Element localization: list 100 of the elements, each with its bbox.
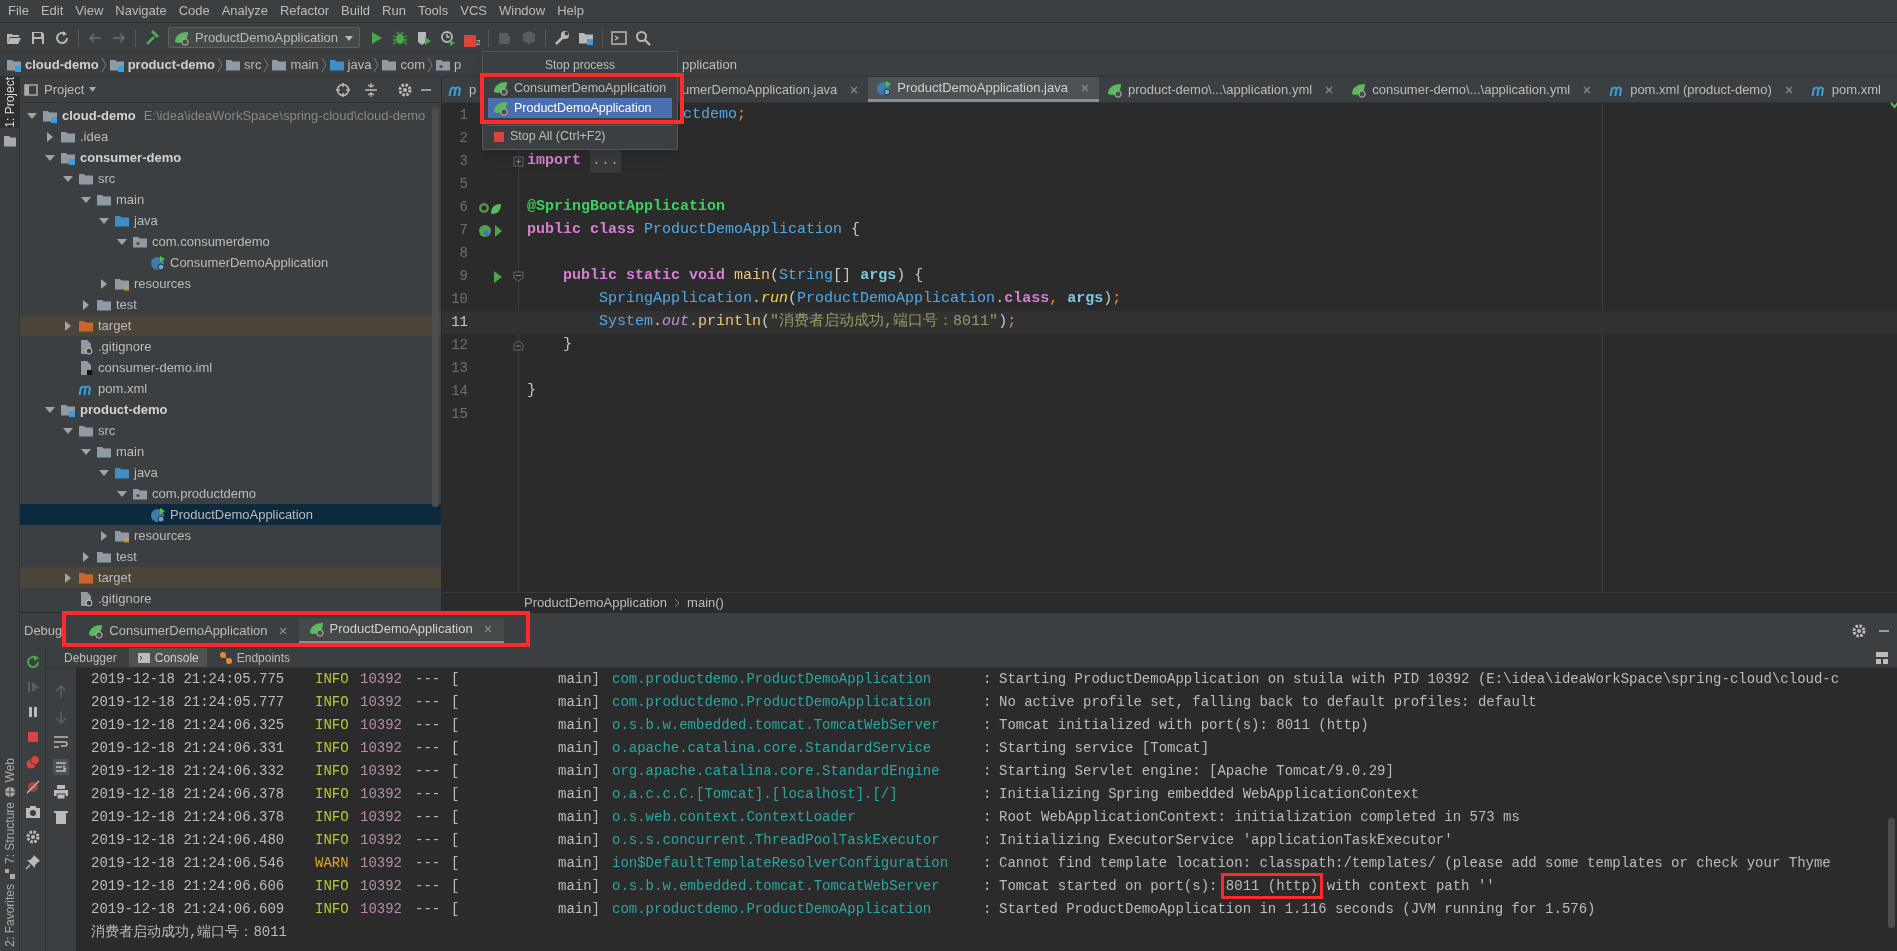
code-token: import <box>527 151 582 172</box>
code-token: . <box>752 289 762 310</box>
log-separator: [ <box>451 900 461 919</box>
log-level: INFO <box>315 739 350 758</box>
line-number: 7 <box>458 221 468 240</box>
log-separator: [ <box>451 808 461 827</box>
logger-name: org.apache.catalina.core.StandardEngine <box>612 762 941 781</box>
logger-name: o.apache.catalina.core.StandardService <box>612 739 933 758</box>
line-number: 15 <box>450 405 468 424</box>
log-separator: --- <box>415 831 442 850</box>
log-separator: : <box>983 831 993 850</box>
process-id: 10392 <box>360 808 403 827</box>
log-level: INFO <box>315 693 350 712</box>
code-token: public <box>562 266 618 287</box>
process-id: 10392 <box>360 670 403 689</box>
code-token: ProductDemoApplication <box>797 289 996 310</box>
log-message: Initializing Spring embedded WebApplicationContext <box>999 785 1420 804</box>
process-id: 10392 <box>360 785 403 804</box>
code-token: args <box>1067 289 1104 310</box>
logger-name: com.productdemo.ProductDemoApplication <box>612 670 933 689</box>
code-token: ) <box>998 312 1008 333</box>
line-number: 13 <box>450 359 468 378</box>
process-id: 10392 <box>360 900 403 919</box>
thread-name: main] <box>558 854 601 873</box>
code-token: void <box>689 266 727 287</box>
process-id: 10392 <box>360 693 403 712</box>
log-separator: [ <box>451 785 461 804</box>
log-separator: --- <box>415 716 442 735</box>
code-token: ; <box>1007 312 1017 333</box>
code-token: static <box>626 266 682 287</box>
log-level: WARN <box>315 854 350 873</box>
log-level: INFO <box>315 877 350 896</box>
code-token: , <box>1049 289 1060 310</box>
log-level: INFO <box>315 900 350 919</box>
log-message: Initializing ExecutorService 'applicationTaskExecutor' <box>999 831 1453 850</box>
log-message: Starting service [Tomcat] <box>999 739 1210 758</box>
log-separator: : <box>983 693 993 712</box>
code-token: . <box>995 289 1005 310</box>
log-separator: : <box>983 716 993 735</box>
log-separator: [ <box>451 693 461 712</box>
logger-name: o.s.s.concurrent.ThreadPoolTaskExecutor <box>612 831 941 850</box>
log-level: INFO <box>315 716 350 735</box>
log-separator: : <box>983 785 993 804</box>
thread-name: main] <box>558 831 601 850</box>
log-separator: : <box>983 739 993 758</box>
code-token: ) { <box>896 266 924 287</box>
code-token: out <box>662 312 690 333</box>
log-separator: --- <box>415 739 442 758</box>
line-number: 10 <box>450 290 468 309</box>
line-number: 11 <box>450 313 468 332</box>
code-token: main <box>734 266 771 287</box>
thread-name: main] <box>558 739 601 758</box>
thread-name: main] <box>558 808 601 827</box>
log-timestamp: 2019-12-18 21:24:06.332 <box>91 762 286 781</box>
log-message: Tomcat initialized with port(s): 8011 (http) <box>999 716 1369 735</box>
code-token: run <box>761 289 789 310</box>
log-message: Root WebApplicationContext: initialization completed in 573 ms <box>999 808 1520 827</box>
log-message: No active profile set, falling back to default profiles: default <box>999 693 1537 712</box>
thread-name: main] <box>558 785 601 804</box>
log-message: Starting ProductDemoApplication on stuila with PID 10392 (E:\idea\ideaWorkSpace\spring-cloud\cloud-c <box>999 670 1840 689</box>
log-separator: : <box>983 808 993 827</box>
code-token: ( <box>788 289 798 310</box>
log-separator: [ <box>451 854 461 873</box>
logger-name: o.s.b.w.embedded.tomcat.TomcatWebServer <box>612 716 941 735</box>
code-token: } <box>562 335 572 356</box>
code-token: } <box>527 381 536 402</box>
line-number: 8 <box>458 244 468 263</box>
process-id: 10392 <box>360 739 403 758</box>
code-token: . <box>653 312 663 333</box>
log-separator: : <box>983 900 993 919</box>
log-separator: --- <box>415 877 442 896</box>
line-number: 5 <box>458 175 468 194</box>
line-number: 6 <box>458 198 468 217</box>
logger-name: o.a.c.c.C.[Tomcat].[localhost].[/] <box>612 785 899 804</box>
code-token: ; <box>737 105 747 126</box>
logger-name: o.s.b.w.embedded.tomcat.TomcatWebServer <box>612 877 941 896</box>
code-token: . <box>689 312 699 333</box>
code-token: ; <box>1112 289 1122 310</box>
log-separator: [ <box>451 670 461 689</box>
log-separator: --- <box>415 693 442 712</box>
code-token: { <box>851 220 861 241</box>
thread-name: main] <box>558 670 601 689</box>
log-timestamp: 2019-12-18 21:24:06.378 <box>91 785 286 804</box>
console-output: 消费者启动成功,端口号：8011 <box>91 923 287 942</box>
log-timestamp: 2019-12-18 21:24:06.325 <box>91 716 286 735</box>
log-separator: : <box>983 762 993 781</box>
line-number: 2 <box>458 129 468 148</box>
code-token: ( <box>761 312 771 333</box>
log-timestamp: 2019-12-18 21:24:06.378 <box>91 808 286 827</box>
line-number: 9 <box>458 267 468 286</box>
line-number: 3 <box>458 152 468 171</box>
code-token: SpringApplication <box>598 289 753 310</box>
thread-name: main] <box>558 693 601 712</box>
log-message: Starting Servlet engine: [Apache Tomcat/9.0.29] <box>999 762 1394 781</box>
log-separator: : <box>983 854 993 873</box>
logger-name: com.productdemo.ProductDemoApplication <box>612 693 933 712</box>
log-level: INFO <box>315 762 350 781</box>
logger-name: com.productdemo.ProductDemoApplication <box>612 900 933 919</box>
logger-name: ion$DefaultTemplateResolverConfiguration <box>612 854 950 873</box>
line-number: 12 <box>450 336 468 355</box>
